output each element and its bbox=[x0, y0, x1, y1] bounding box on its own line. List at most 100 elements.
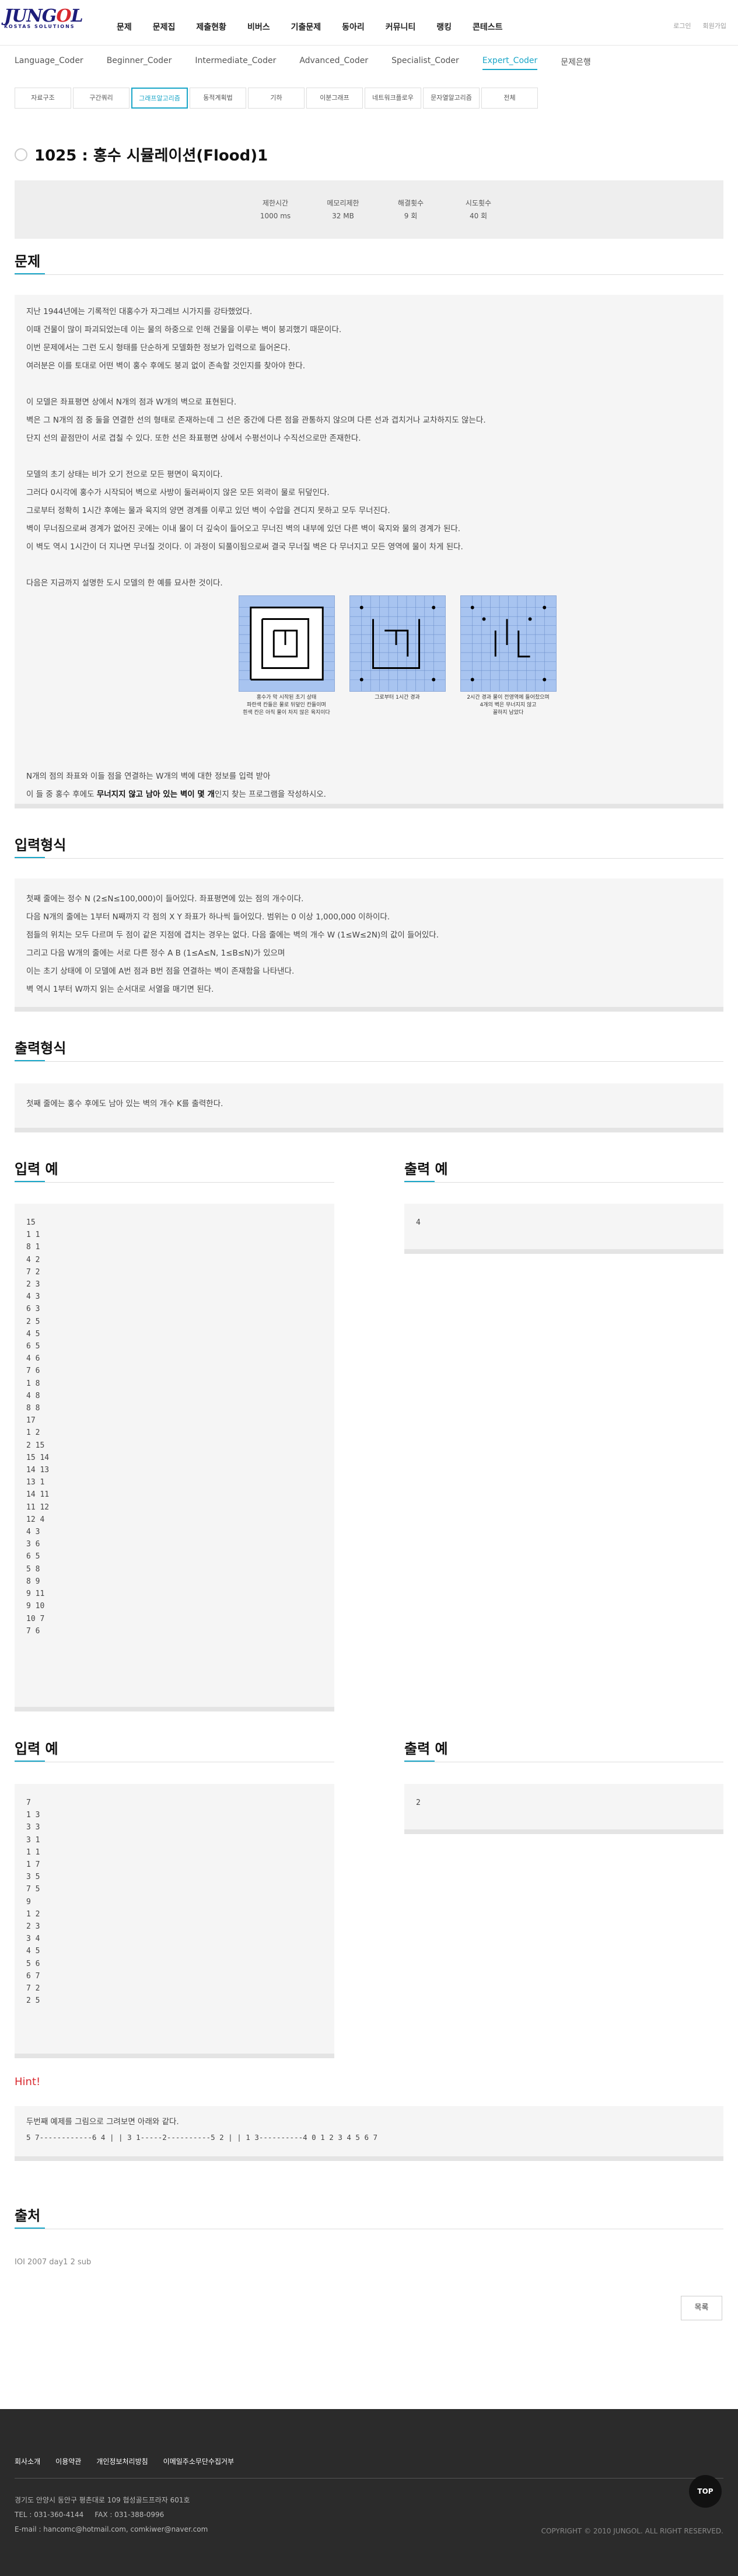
level-nav-item[interactable]: Specialist_Coder bbox=[391, 56, 459, 70]
gnb-item-6[interactable]: 커뮤니티 bbox=[386, 21, 416, 33]
flood-grid-1h bbox=[349, 595, 446, 692]
sample-input-line: 3 1 bbox=[26, 1835, 40, 1845]
sample-input-1: 15 1 1 8 1 4 2 7 2 2 3 4 3 6 3 2 5 4 5 6 5 4 6 7 6 1 … bbox=[15, 1204, 334, 1711]
sample-input-line: 10 7 bbox=[26, 1614, 45, 1623]
limit-item: 해결횟수 9 회 bbox=[384, 197, 437, 222]
footer-link[interactable]: 회사소개 bbox=[15, 2456, 40, 2466]
hint-heading: Hint! bbox=[15, 2076, 41, 2088]
footer-link[interactable]: 이메일주소무단수집거부 bbox=[163, 2456, 234, 2466]
footer-link[interactable]: 이용약관 bbox=[55, 2456, 81, 2466]
category-tab[interactable]: 동적계획법 bbox=[190, 88, 246, 109]
gnb-item-8[interactable]: 콘테스트 bbox=[473, 21, 503, 33]
sample-input-line: 1 3 bbox=[26, 1811, 40, 1820]
sample-input-line: 4 3 bbox=[26, 1528, 40, 1537]
limit-item: 메모리제한 32 MB bbox=[317, 197, 369, 222]
sample-input-line: 12 4 bbox=[26, 1515, 45, 1524]
limit-label: 시도횟수 bbox=[465, 199, 492, 207]
figure-caption: 홍수가 막 시작된 초기 상태 파란색 칸들은 물로 뒤덮인 칸들이며 흰색 칸… bbox=[243, 695, 330, 716]
flood-grid-2h bbox=[460, 595, 557, 692]
section-heading-sample-output-1: 출력 예 bbox=[404, 1158, 448, 1183]
footer-links: 회사소개 이용약관 개인정보처리방침 이메일주소무단수집거부 bbox=[15, 2456, 249, 2466]
footer-email: E-mail : hancomc@hotmail.com, comkiwer@n… bbox=[15, 2525, 208, 2533]
sample-input-line: 9 11 bbox=[26, 1589, 45, 1599]
figure-caption: 2시간 경과 물이 전영역에 들어찼으며 4개의 벽은 무너지지 않고 꼴하지 … bbox=[467, 695, 550, 716]
sample-input-line: 8 8 bbox=[26, 1404, 40, 1413]
statement-line: 모델의 초기 상태는 비가 오기 전으로 모든 평면이 육지이다. bbox=[26, 470, 223, 479]
sample-input-line: 7 6 bbox=[26, 1626, 40, 1636]
section-label: 입력형식 bbox=[15, 837, 67, 853]
sample-input-line: 1 1 bbox=[26, 1231, 40, 1240]
sample-output-value: 2 bbox=[416, 1798, 421, 1807]
signup-link[interactable]: 회원가입 bbox=[703, 21, 726, 30]
level-nav-item[interactable]: 문제은행 bbox=[561, 56, 591, 70]
sample-input-line: 4 3 bbox=[26, 1292, 40, 1302]
figure-2: 그로부터 1시간 경과 bbox=[344, 595, 450, 717]
figure-3: 2시간 경과 물이 전영역에 들어찼으며 4개의 벽은 무너지지 않고 꼴하지 … bbox=[455, 595, 561, 717]
gnb-item-2[interactable]: 제출현황 bbox=[196, 21, 226, 33]
level-nav-item[interactable]: Expert_Coder bbox=[482, 56, 538, 70]
sample-output-2: 2 bbox=[404, 1784, 723, 1834]
sample-input-line: 14 13 bbox=[26, 1466, 50, 1475]
gnb-item-1[interactable]: 문제집 bbox=[153, 21, 176, 33]
section-label: 출력 예 bbox=[404, 1741, 448, 1757]
login-link[interactable]: 로그인 bbox=[673, 21, 691, 30]
jungol-logo[interactable]: JUNGOL KOSTAS SOLUTIONS bbox=[4, 6, 89, 34]
statement-line: 이 들 중 홍수 후에도 무너지지 않고 남아 있는 벽이 몇 개인지 찾는 프… bbox=[26, 790, 326, 799]
section-label: 출력 예 bbox=[404, 1161, 448, 1177]
sample-output-value: 4 bbox=[416, 1218, 421, 1227]
category-tab[interactable]: 이분그래프 bbox=[306, 88, 363, 109]
level-nav-item[interactable]: Beginner_Coder bbox=[107, 56, 172, 70]
sample-input-line: 8 9 bbox=[26, 1577, 40, 1586]
level-nav-item[interactable]: Advanced_Coder bbox=[299, 56, 368, 70]
level-nav-item[interactable]: Intermediate_Coder bbox=[195, 56, 276, 70]
list-button[interactable]: 목록 bbox=[681, 2296, 722, 2320]
level-nav-item[interactable]: Language_Coder bbox=[15, 56, 83, 70]
statement-line: 그러다 0시각에 홍수가 시작되어 벽으로 사방이 둘러싸이지 않은 모든 외곽… bbox=[26, 488, 330, 497]
category-tab[interactable]: 전체 bbox=[481, 88, 538, 109]
gnb-item-3[interactable]: 비버스 bbox=[247, 21, 270, 33]
section-heading-output: 출력형식 bbox=[15, 1037, 67, 1062]
category-tab[interactable]: 네트워크플로우 bbox=[365, 88, 421, 109]
category-tab[interactable]: 기하 bbox=[248, 88, 305, 109]
section-heading-sample-output-2: 출력 예 bbox=[404, 1737, 448, 1762]
statement-line: 다음은 지금까지 설명한 도시 모델의 한 예를 묘사한 것이다. bbox=[26, 578, 223, 588]
sample-input-line: 15 14 bbox=[26, 1453, 50, 1462]
hint-box: 두번째 예제를 그림으로 그려보면 아래와 같다. 5 7-----------… bbox=[15, 2106, 723, 2161]
category-tab[interactable]: 구간쿼리 bbox=[73, 88, 130, 109]
gnb-item-5[interactable]: 동아리 bbox=[342, 21, 365, 33]
limits-panel: 제한시간 1000 ms 메모리제한 32 MB 해결횟수 9 회 시도횟수 40 회 bbox=[15, 180, 723, 239]
status-circle-icon bbox=[15, 148, 27, 161]
sample-input-line: 1 1 bbox=[26, 1848, 40, 1857]
back-to-top-button[interactable]: TOP bbox=[689, 2475, 722, 2508]
sample-output-1: 4 bbox=[404, 1204, 723, 1254]
sample-input-line: 1 2 bbox=[26, 1428, 40, 1438]
footer: 회사소개 이용약관 개인정보처리방침 이메일주소무단수집거부 TOP 경기도 안양시 … bbox=[0, 2409, 738, 2576]
statement-line: 이번 문제에서는 그런 도시 형태를 단순하게 모델화한 정보가 입력으로 들어… bbox=[26, 343, 291, 353]
input-spec-line: 점들의 위치는 모두 다르며 두 점이 같은 지점에 겹치는 경우는 없다. 다… bbox=[26, 930, 439, 940]
sample-input-line: 1 8 bbox=[26, 1379, 40, 1388]
sample-input-line: 4 8 bbox=[26, 1391, 40, 1400]
limit-value: 40 회 bbox=[469, 212, 488, 220]
footer-link[interactable]: 개인정보처리방침 bbox=[96, 2456, 148, 2466]
sample-input-line: 2 15 bbox=[26, 1441, 45, 1450]
category-tab[interactable]: 그래프알고리즘 bbox=[131, 88, 188, 109]
sample-input-line: 2 5 bbox=[26, 1996, 40, 2006]
section-label: 출력형식 bbox=[15, 1040, 67, 1057]
sample-input-line: 7 bbox=[26, 1798, 31, 1807]
footer-tel: TEL : 031-360-4144 FAX : 031-388-0996 bbox=[15, 2511, 165, 2519]
gnb-item-7[interactable]: 랭킹 bbox=[436, 21, 452, 33]
figure-row: 홍수가 막 시작된 초기 상태 파란색 칸들은 물로 뒤덮인 칸들이며 흰색 칸… bbox=[233, 595, 566, 717]
sample-input-line: 1 7 bbox=[26, 1860, 40, 1870]
sample-input-line: 6 3 bbox=[26, 1305, 40, 1314]
problem-title-row: 1025 : 홍수 시뮬레이션(Flood)1 bbox=[15, 144, 268, 165]
statement-line: 단지 선의 끝점만이 서로 겹칠 수 있다. 또한 선은 좌표평면 상에서 수평… bbox=[26, 434, 361, 443]
statement-line: 벽은 그 N개의 점 중 둘을 연결한 선의 형태로 존재하는데 그 선은 중간… bbox=[26, 416, 486, 425]
section-label: 입력 예 bbox=[15, 1741, 58, 1757]
gnb-item-0[interactable]: 문제 bbox=[117, 21, 132, 33]
sample-input-line: 3 3 bbox=[26, 1823, 40, 1832]
gnb-item-4[interactable]: 기출문제 bbox=[291, 21, 321, 33]
sample-input-line: 6 5 bbox=[26, 1552, 40, 1561]
category-tab[interactable]: 문자열알고리즘 bbox=[423, 88, 480, 109]
limit-value: 32 MB bbox=[332, 212, 354, 220]
category-tab[interactable]: 자료구조 bbox=[15, 88, 71, 109]
